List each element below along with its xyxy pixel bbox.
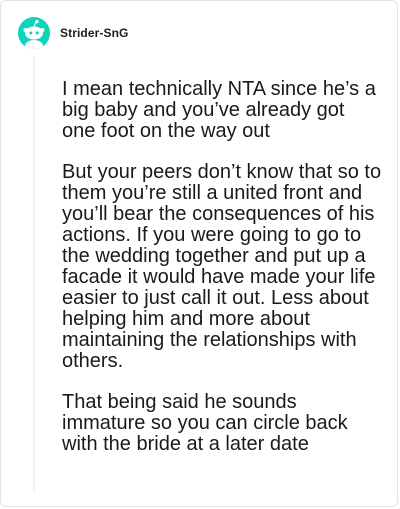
avatar[interactable] — [18, 17, 50, 49]
comment-author[interactable]: Strider-SnG — [60, 26, 128, 40]
comment-paragraph: That being said he sounds immature so yo… — [62, 391, 348, 455]
snoo-avatar-icon — [23, 19, 45, 49]
comment-paragraph: I mean technically NTA since he’s a big … — [62, 78, 376, 142]
comment-body: I mean technically NTA since he’s a big … — [62, 79, 382, 455]
comment-paragraph: But your peers don’t know that so to the… — [62, 161, 382, 372]
comment-header: Strider-SnG — [18, 17, 128, 49]
thread-line[interactable] — [33, 57, 35, 491]
comment-card: Strider-SnG I mean technically NTA since… — [0, 0, 398, 507]
